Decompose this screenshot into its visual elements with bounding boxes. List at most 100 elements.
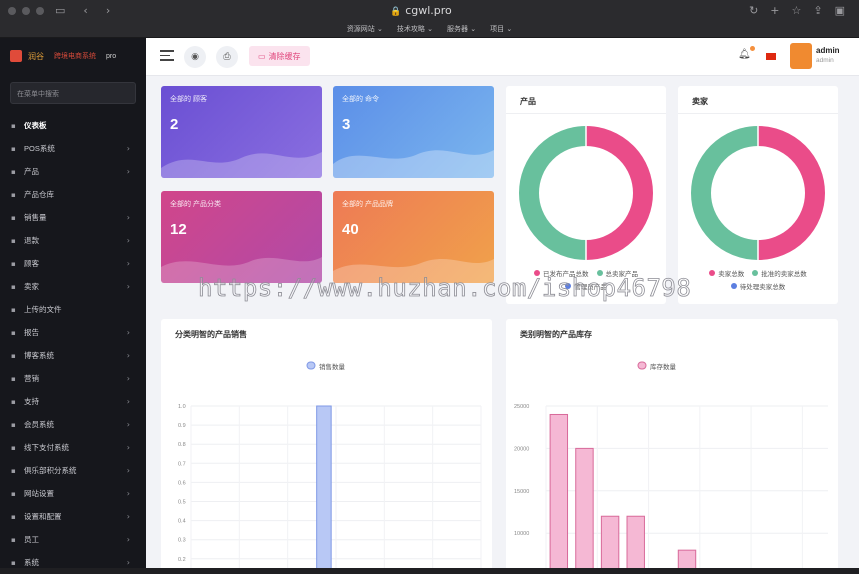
sidebar-toggle-icon[interactable]: ▭ — [55, 4, 65, 17]
address-bar[interactable]: 🔒 cgwl.pro — [390, 4, 452, 17]
stat-card-customers[interactable]: 全部的 顾客 2 — [161, 86, 322, 178]
sidebar-item[interactable]: ▪ 设置和配置 › — [0, 505, 146, 528]
sidebar-item[interactable]: ▪ 仪表板 — [0, 114, 146, 137]
legend-label: 卖家总数 — [718, 271, 745, 278]
bar[interactable] — [575, 447, 594, 568]
globe-icon[interactable]: ◉ — [184, 46, 206, 68]
bookmark-item[interactable]: 技术攻略 ⌄ — [397, 24, 433, 34]
stat-card-categories[interactable]: 全部的 产品分类 12 — [161, 191, 322, 283]
legend-swatch — [709, 270, 716, 276]
sidebar-item-label: 员工 — [24, 535, 39, 544]
chevron-right-icon: › — [126, 558, 130, 567]
bookmark-item[interactable]: 服务器 ⌄ — [447, 24, 476, 34]
menu-search-input[interactable]: 在菜单中搜索 — [10, 82, 136, 104]
legend-item[interactable]: 待处理卖家总数 — [730, 281, 785, 291]
sidebar-item-label: 设置和配置 — [24, 512, 62, 521]
system-icon: ▪ — [11, 558, 16, 567]
forward-icon[interactable]: › — [106, 4, 110, 17]
stat-label: 全部的 命令 — [342, 96, 379, 103]
pos-icon: ▪ — [11, 144, 16, 153]
bar[interactable] — [600, 515, 620, 568]
browser-actions: ↻ + ☆ ⇪ ▣ — [749, 4, 845, 17]
sidebar-item[interactable]: ▪ 系统 › — [0, 551, 146, 574]
avatar[interactable] — [790, 43, 812, 69]
donut-slice[interactable] — [691, 126, 759, 260]
sidebar-item[interactable]: ▪ 员工 › — [0, 528, 146, 551]
back-icon[interactable]: ‹ — [83, 4, 87, 17]
sidebar-item[interactable]: ▪ 顾客 › — [0, 252, 146, 275]
sidebar-item[interactable]: ▪ 线下支付系统 › — [0, 436, 146, 459]
legend-item[interactable]: 批准的卖家总数 — [752, 268, 807, 278]
legend-swatch — [306, 361, 316, 370]
y-tick-label: 0.7 — [178, 461, 186, 467]
sidebar-item[interactable]: ▪ 销售量 › — [0, 206, 146, 229]
chevron-right-icon: › — [126, 512, 130, 521]
sidebar-item[interactable]: ▪ 营销 › — [0, 367, 146, 390]
legend-label[interactable]: 库存数量 — [650, 362, 677, 371]
sidebar-item[interactable]: ▪ POS系统 › — [0, 137, 146, 160]
settings-icon: ▪ — [11, 512, 16, 521]
stat-card-orders[interactable]: 全部的 命令 3 — [333, 86, 494, 178]
y-tick-label: 25000 — [514, 404, 529, 410]
sidebar-item[interactable]: ▪ 网站设置 › — [0, 482, 146, 505]
stat-label: 全部的 产品品牌 — [342, 201, 393, 208]
sidebar-item[interactable]: ▪ 博客系统 › — [0, 344, 146, 367]
window-controls[interactable] — [8, 7, 44, 15]
reload-icon[interactable]: ↻ — [749, 4, 758, 17]
stat-value: 12 — [170, 221, 187, 238]
bar[interactable] — [677, 549, 697, 568]
donut-slice[interactable] — [585, 126, 653, 260]
donut-slice[interactable] — [757, 126, 825, 260]
legend-item[interactable]: 卖家总数 — [709, 268, 744, 278]
payment-icon: ▪ — [11, 443, 16, 452]
lock-icon: 🔒 — [390, 7, 402, 17]
chevron-right-icon: › — [126, 282, 130, 291]
sidebar-item[interactable]: ▪ 卖家 › — [0, 275, 146, 298]
bookmark-icon[interactable]: ☆ — [792, 4, 802, 17]
y-tick-label: 0.8 — [178, 442, 186, 448]
sidebar-item[interactable]: ▪ 俱乐部积分系统 › — [0, 459, 146, 482]
support-icon: ▪ — [11, 397, 16, 406]
notification-dot — [749, 46, 755, 51]
tabs-icon[interactable]: ▣ — [835, 4, 845, 17]
chevron-right-icon: › — [126, 351, 130, 360]
share-icon[interactable]: ⇪ — [813, 4, 822, 17]
language-flag-icon[interactable] — [766, 53, 776, 60]
url-text: cgwl.pro — [405, 4, 452, 17]
sidebar-item[interactable]: ▪ 退款 › — [0, 229, 146, 252]
stat-card-brands[interactable]: 全部的 产品品牌 40 — [333, 191, 494, 283]
user-name[interactable]: admin — [816, 46, 840, 55]
menu-toggle-icon[interactable] — [160, 50, 174, 64]
clear-cache-button[interactable]: ▭ 清除缓存 — [249, 46, 310, 66]
browser-chrome: ▭ ‹ › 🔒 cgwl.pro ↻ + ☆ ⇪ ▣ 资源网站 ⌄ 技术攻略 ⌄ … — [0, 0, 859, 38]
bookmark-item[interactable]: 资源网站 ⌄ — [347, 24, 383, 34]
stat-value: 2 — [170, 116, 179, 133]
y-tick-label: 0.5 — [178, 500, 186, 506]
sidebar-item[interactable]: ▪ 上传的文件 — [0, 298, 146, 321]
sidebar-item[interactable]: ▪ 会员系统 › — [0, 413, 146, 436]
sidebar-item-label: 系统 — [24, 558, 39, 567]
bar[interactable] — [316, 405, 332, 568]
printer-icon[interactable]: ⎙ — [216, 46, 238, 68]
brand[interactable]: 润谷 跨境电商系统 pro — [0, 38, 146, 74]
bar[interactable] — [549, 413, 569, 568]
y-tick-label: 15000 — [514, 489, 529, 495]
bookmark-item[interactable]: 项目 ⌄ — [490, 24, 512, 34]
legend-label[interactable]: 销售数量 — [319, 362, 346, 371]
user-role: admin — [816, 57, 834, 64]
notification-bell-icon[interactable]: 🔔︎ — [738, 46, 755, 60]
sidebar-item[interactable]: ▪ 报告 › — [0, 321, 146, 344]
sidebar-item-label: 博客系统 — [24, 351, 54, 360]
sidebar-item[interactable]: ▪ 产品仓库 — [0, 183, 146, 206]
bar[interactable] — [626, 515, 645, 568]
card-title: 产品 — [520, 97, 536, 106]
category-stock-bar-chart: 库存数量250002000015000100005000 — [514, 361, 828, 568]
products-chart-card: 产品 已发布产品总数 总卖家产品 管理员产品 — [506, 86, 666, 304]
stat-value: 3 — [342, 116, 351, 133]
stat-label: 全部的 顾客 — [170, 96, 207, 103]
club-points-icon: ▪ — [11, 466, 16, 475]
sidebar-item[interactable]: ▪ 产品 › — [0, 160, 146, 183]
donut-slice[interactable] — [519, 126, 587, 260]
new-tab-icon[interactable]: + — [770, 4, 779, 17]
sidebar-item[interactable]: ▪ 支持 › — [0, 390, 146, 413]
